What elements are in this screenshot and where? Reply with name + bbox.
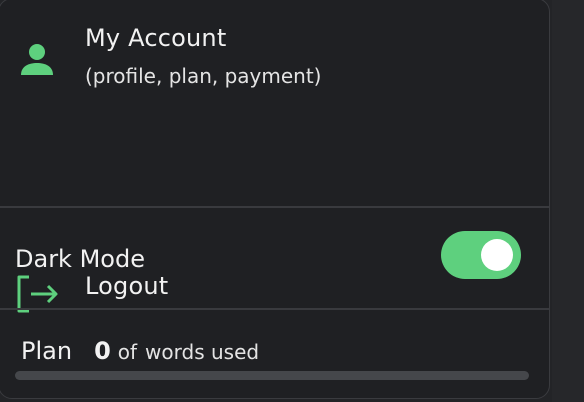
plan-label: Plan [21, 337, 73, 365]
words-used-label: words used [145, 340, 260, 364]
logout-menu-item[interactable]: Logout [0, 129, 549, 313]
dark-mode-toggle[interactable] [441, 231, 521, 279]
account-menu: My Account (profile, plan, payment) Logo… [0, 0, 550, 399]
my-account-menu-item[interactable]: My Account (profile, plan, payment) [0, 0, 549, 111]
word-usage-progress-bar [15, 371, 529, 380]
words-used-count: 0 [94, 337, 111, 365]
dark-mode-row: Dark Mode [0, 211, 549, 307]
plan-usage-text: Plan 0 of words used [21, 337, 259, 365]
dark-mode-label: Dark Mode [15, 245, 145, 273]
my-account-title: My Account [85, 24, 227, 52]
page: My Account (profile, plan, payment) Logo… [0, 0, 584, 402]
of-label: of [117, 340, 138, 364]
my-account-subtitle: (profile, plan, payment) [85, 64, 322, 88]
divider [0, 308, 549, 310]
person-icon [21, 44, 53, 75]
divider [0, 206, 549, 208]
toggle-knob [481, 239, 513, 271]
plan-usage: Plan 0 of words used [0, 313, 549, 393]
background-strip [552, 0, 584, 402]
